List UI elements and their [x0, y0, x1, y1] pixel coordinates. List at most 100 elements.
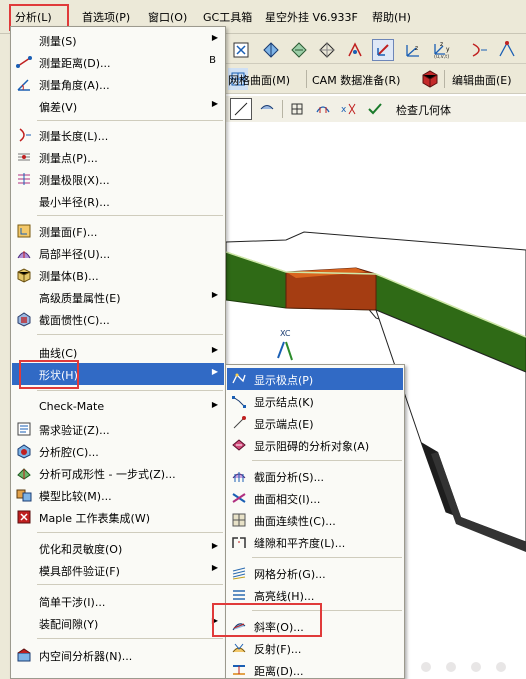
- layer-view-icon[interactable]: [288, 39, 310, 61]
- maple-icon: [16, 509, 32, 525]
- menu-item-deviation[interactable]: 偏差(V) ▶: [12, 95, 224, 117]
- cam-data-prep-button[interactable]: CAM 数据准备(R): [312, 72, 400, 88]
- analyze-cavity-icon: [16, 443, 32, 459]
- menu-item-distance[interactable]: 距离(D)...: [227, 659, 403, 679]
- measure-limits-icon: [16, 171, 32, 187]
- measure-length-icon: [16, 127, 32, 143]
- csys-icon[interactable]: z: [402, 39, 424, 61]
- menu-item-check-mate[interactable]: Check-Mate ▶: [12, 396, 224, 418]
- highlight-lines-icon: [231, 587, 247, 603]
- menu-help[interactable]: 帮助(H): [372, 9, 411, 25]
- menu-item-interior-space-analyzer[interactable]: 内空间分析器(N)...: [12, 644, 224, 666]
- menu-item-surface-continuity[interactable]: 曲面连续性(C)...: [227, 509, 403, 531]
- measure-distance-icon: [16, 54, 32, 70]
- measure-body-icon: [16, 267, 32, 283]
- menu-item-requirements-validation[interactable]: 需求验证(Z)...: [12, 418, 224, 440]
- menu-item-simple-interference[interactable]: 简单干涉(I)...: [12, 590, 224, 612]
- menu-item-section-analysis[interactable]: 截面分析(S)...: [227, 465, 403, 487]
- menu-item-mold-part-validation[interactable]: 模具部件验证(F) ▶: [12, 559, 224, 581]
- menu-item-section-inertia[interactable]: 截面惯性(C)...: [12, 308, 224, 330]
- menu-item-show-endpoints[interactable]: 显示端点(E): [227, 412, 403, 434]
- svg-text:z: z: [415, 45, 418, 52]
- menu-item-maple-integration[interactable]: Maple 工作表集成(W): [12, 506, 224, 528]
- menu-item-gap-flush[interactable]: 缝隙和平齐度(L)...: [227, 531, 403, 553]
- menu-item-local-radius[interactable]: 局部半径(U)...: [12, 242, 224, 264]
- check-geometry-icon[interactable]: [364, 98, 386, 120]
- show-knots-icon: [231, 393, 247, 409]
- menu-item-measure-distance[interactable]: 测量距离(D)... B: [12, 51, 224, 73]
- surface-continuity-icon: [231, 512, 247, 528]
- toolbar-surface: 网格曲面(M) CAM 数据准备(R) 编辑曲面(E): [226, 64, 526, 94]
- menu-item-measure-angle[interactable]: 测量角度(A)...: [12, 73, 224, 95]
- xyz-tool-icon[interactable]: x: [338, 98, 360, 120]
- menu-item-show-knots[interactable]: 显示结点(K): [227, 390, 403, 412]
- menu-item-measure-face[interactable]: 测量面(F)...: [12, 220, 224, 242]
- menu-preferences[interactable]: 首选项(P): [82, 9, 130, 25]
- left-toolbar-strip: [0, 34, 10, 679]
- section-inertia-icon: [16, 311, 32, 327]
- menu-item-assembly-clearance[interactable]: 装配间隙(Y) ▶: [12, 612, 224, 634]
- menu-item-show-blocking-objects[interactable]: 显示阻碍的分析对象(A): [227, 434, 403, 456]
- svg-text:x: x: [341, 105, 347, 115]
- check-geometry-label[interactable]: 检查几何体: [396, 102, 451, 118]
- menu-item-reflection[interactable]: 反射(F)...: [227, 637, 403, 659]
- shape-highlight-box: [19, 360, 79, 389]
- menu-item-analyze-cavity[interactable]: 分析腔(C)...: [12, 440, 224, 462]
- menu-item-measure-length[interactable]: 测量长度(L)...: [12, 124, 224, 146]
- measure-angle-icon: [16, 76, 32, 92]
- menu-item-optimization[interactable]: 优化和灵敏度(O) ▶: [12, 537, 224, 559]
- show-poles-icon: [231, 371, 247, 387]
- measure-face-icon: [16, 223, 32, 239]
- menu-item-surface-intersection[interactable]: 曲面相交(I)...: [227, 487, 403, 509]
- measure-point-icon: [16, 149, 32, 165]
- edit-surface-button[interactable]: 编辑曲面(E): [452, 72, 512, 88]
- view-icon[interactable]: [230, 39, 252, 61]
- menu-window[interactable]: 窗口(O): [148, 9, 187, 25]
- grid-tool-icon[interactable]: [286, 98, 308, 120]
- mesh-analysis-icon: [231, 565, 247, 581]
- uvt-coord-label: (u,v,t): [434, 54, 450, 60]
- distance-icon: [231, 662, 247, 678]
- menu-item-measure-body[interactable]: 测量体(B)...: [12, 264, 224, 286]
- shortcut-b: B: [209, 55, 216, 66]
- gap-flush-icon: [231, 534, 247, 550]
- solid-cube-icon[interactable]: [419, 68, 441, 90]
- svg-text:y: y: [446, 46, 450, 53]
- menu-item-measure-limits[interactable]: 测量极限(X)...: [12, 168, 224, 190]
- reflection-icon: [231, 640, 247, 656]
- orient-view-icon[interactable]: [260, 39, 282, 61]
- menu-item-advanced-mass-properties[interactable]: 高级质量属性(E) ▶: [12, 286, 224, 308]
- interior-space-icon: [16, 647, 32, 663]
- menu-plugin[interactable]: 星空外挂 V6.933F: [265, 9, 358, 25]
- surface-tool-icon[interactable]: [256, 98, 278, 120]
- surface-intersection-icon: [231, 490, 247, 506]
- model-compare-icon: [16, 487, 32, 503]
- menu-item-show-poles[interactable]: 显示极点(P): [227, 368, 403, 390]
- menu-item-formability[interactable]: 分析可成形性 - 一步式(Z)...: [12, 462, 224, 484]
- section-analysis-icon: [231, 468, 247, 484]
- formability-icon: [16, 465, 32, 481]
- wcs-icon[interactable]: [372, 39, 394, 61]
- menu-item-measure-point[interactable]: 测量点(P)...: [12, 146, 224, 168]
- blocking-objects-icon: [231, 437, 247, 453]
- local-radius-icon: [16, 245, 32, 261]
- axis-triad-icon: XC: [277, 329, 293, 361]
- curve-analysis-icon[interactable]: [312, 98, 334, 120]
- wireframe-view-icon[interactable]: [316, 39, 338, 61]
- analysis-menu: 测量(S) ▶ 测量距离(D)... B 测量角度(A)... 偏差(V) ▶ 测量长…: [10, 26, 226, 679]
- mesh-surface-button[interactable]: 网格曲面(M): [228, 72, 290, 88]
- arc-icon[interactable]: [468, 39, 490, 61]
- slope-highlight-box: [212, 603, 322, 637]
- menu-item-mesh-analysis[interactable]: 网格分析(G)...: [227, 562, 403, 584]
- scale-icon[interactable]: [496, 39, 518, 61]
- snap-view-icon[interactable]: [344, 39, 366, 61]
- toolbar-analysis: x 检查几何体: [226, 96, 526, 122]
- show-endpoints-icon: [231, 415, 247, 431]
- toolbar-view: z zy: [226, 34, 526, 64]
- menu-item-min-radius[interactable]: 最小半径(R)...: [12, 190, 224, 212]
- line-tool-icon[interactable]: [230, 98, 252, 120]
- requirements-icon: [16, 421, 32, 437]
- menu-item-measure[interactable]: 测量(S) ▶: [12, 29, 224, 51]
- menu-item-model-compare[interactable]: 模型比较(M)...: [12, 484, 224, 506]
- menu-gc-toolbox[interactable]: GC工具箱: [203, 9, 252, 25]
